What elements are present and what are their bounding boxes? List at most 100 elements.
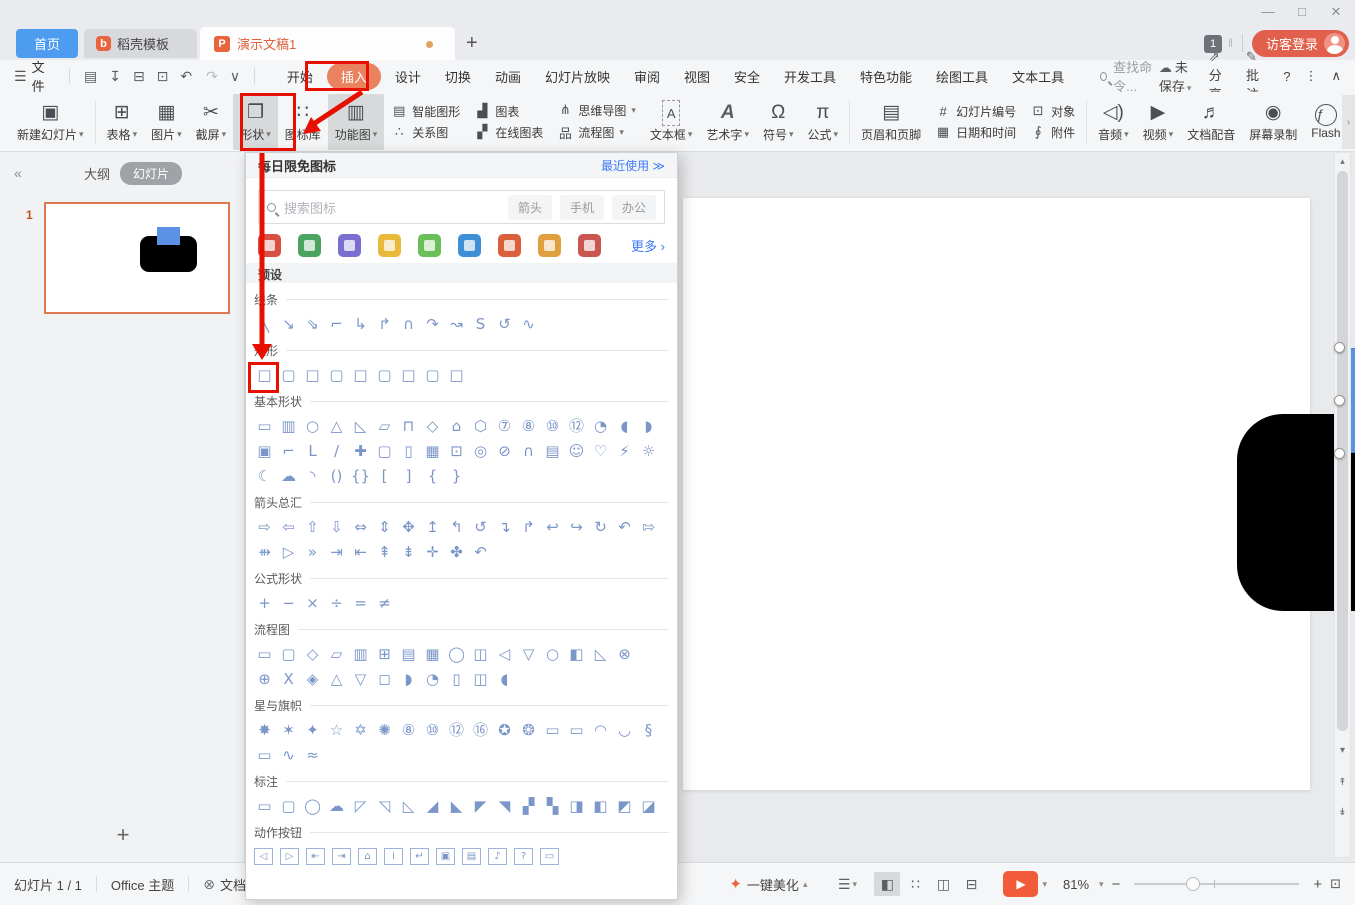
toolbar-button[interactable]: ✂ 截屏▾	[189, 94, 234, 150]
toolbar-button[interactable]: ◉ 屏幕录制	[1242, 94, 1304, 150]
tab-document[interactable]: P 演示文稿1	[200, 27, 455, 60]
shape-cell-lines[interactable]: ╲	[254, 313, 275, 335]
menu-item[interactable]: 文本工具	[1002, 63, 1074, 90]
search-tag[interactable]: 办公	[612, 195, 656, 220]
scroll-up-icon[interactable]: ▴	[1335, 156, 1350, 167]
shape-cell-flowchart[interactable]: ◫	[470, 643, 491, 665]
toolbar-small-button[interactable]: #幻灯片编号	[935, 103, 1016, 120]
shape-cell-callouts[interactable]: ▭	[254, 795, 275, 817]
shape-cell-arrows[interactable]: ⇞	[374, 541, 395, 563]
shape-cell-action-buttons[interactable]: i	[384, 848, 403, 865]
shape-cell-rectangles[interactable]: □	[350, 364, 371, 386]
shape-cell-arrows[interactable]: ↺	[470, 516, 491, 538]
shape-cell-action-buttons[interactable]: ♪	[488, 848, 507, 865]
shape-cell-action-buttons[interactable]: ⇥	[332, 848, 351, 865]
shape-cell-stars-banners[interactable]: ✸	[254, 719, 275, 741]
shape-cell-basic-shapes[interactable]: ⚡	[614, 440, 635, 462]
shape-cell-rectangles[interactable]: ▢	[278, 364, 299, 386]
maximize-button[interactable]: □	[1293, 4, 1311, 20]
shape-cell-lines[interactable]: ⌐	[326, 313, 347, 335]
shape-cell-rectangles[interactable]: □	[302, 364, 323, 386]
icon-search-input[interactable]: 搜索图标 箭头手机办公	[258, 190, 665, 224]
shape-cell-basic-shapes[interactable]: ◎	[470, 440, 491, 462]
shape-cell-lines[interactable]: ∿	[518, 313, 539, 335]
toolbar-small-button[interactable]: ∴关系图	[391, 124, 460, 141]
shape-cell-action-buttons[interactable]: ⇤	[306, 848, 325, 865]
shape-cell-flowchart[interactable]: △	[326, 668, 347, 690]
shape-cell-flowchart[interactable]: ▯	[446, 668, 467, 690]
shape-cell-basic-shapes[interactable]: ◝	[302, 465, 323, 487]
shape-cell-basic-shapes[interactable]: ▣	[254, 440, 275, 462]
shape-cell-flowchart[interactable]: ◈	[302, 668, 323, 690]
shape-cell-stars-banners[interactable]: ❂	[518, 719, 539, 741]
help-button[interactable]: ?	[1283, 69, 1290, 84]
shape-cell-lines[interactable]: ∩	[398, 313, 419, 335]
daily-free-icon[interactable]	[258, 234, 281, 257]
zoom-slider-thumb[interactable]	[1186, 877, 1200, 891]
shape-cell-rectangles[interactable]: ▢	[374, 364, 395, 386]
shape-cell-flowchart[interactable]: ◺	[590, 643, 611, 665]
shape-cell-formula-shapes[interactable]: ×	[302, 592, 323, 614]
menu-item[interactable]: 绘图工具	[926, 63, 998, 90]
shape-cell-lines[interactable]: ↝	[446, 313, 467, 335]
menu-item[interactable]: 开发工具	[774, 63, 846, 90]
shape-cell-action-buttons[interactable]: ⌂	[358, 848, 377, 865]
shape-cell-arrows[interactable]: ✤	[446, 541, 467, 563]
tab-docer-templates[interactable]: b 稻壳模板	[84, 29, 197, 58]
shape-cell-flowchart[interactable]: ▱	[326, 643, 347, 665]
toolbar-button[interactable]: π 公式▾	[801, 94, 846, 150]
toolbar-button[interactable]: ▥ 功能图▾	[328, 94, 385, 150]
shape-cell-callouts[interactable]: ▞	[518, 795, 539, 817]
shape-cell-flowchart[interactable]: ▤	[398, 643, 419, 665]
shape-cell-stars-banners[interactable]: ☆	[326, 719, 347, 741]
toolbar-button[interactable]: ⊞ 表格▾	[100, 94, 145, 150]
shape-cell-flowchart[interactable]: ▽	[518, 643, 539, 665]
view-sorter-icon[interactable]: ∷	[902, 872, 928, 896]
shape-cell-action-buttons[interactable]: ▤	[462, 848, 481, 865]
toolbar-button[interactable]: ◁) 音频▾	[1091, 94, 1136, 150]
shape-cell-stars-banners[interactable]: ▭	[542, 719, 563, 741]
view-reading-icon[interactable]: ◫	[930, 872, 956, 896]
shape-cell-arrows[interactable]: ▷	[278, 541, 299, 563]
shape-cell-arrows[interactable]: ⇰	[638, 516, 659, 538]
collapse-sidebar-button[interactable]: «	[14, 165, 22, 181]
shape-cell-flowchart[interactable]: ▥	[350, 643, 371, 665]
slide-thumbnail[interactable]	[44, 202, 230, 314]
shape-cell-basic-shapes[interactable]: {	[422, 465, 443, 487]
shape-cell-basic-shapes[interactable]: {}	[350, 465, 371, 487]
shape-cell-arrows[interactable]: ⇕	[374, 516, 395, 538]
toolbar-button[interactable]: A 文本框▾	[643, 94, 700, 150]
shape-cell-formula-shapes[interactable]: ÷	[326, 592, 347, 614]
shape-cell-basic-shapes[interactable]: ☁	[278, 465, 299, 487]
collapse-ribbon-button[interactable]: ∧	[1332, 68, 1342, 84]
menu-item[interactable]: 插入	[327, 63, 381, 90]
shape-cell-arrows[interactable]: ↱	[518, 516, 539, 538]
slide[interactable]: ↻ −	[683, 198, 1310, 790]
shape-cell-arrows[interactable]: ↶	[470, 541, 491, 563]
view-projector-icon[interactable]: ⊟	[958, 872, 984, 896]
zoom-slider[interactable]	[1134, 883, 1299, 885]
shape-cell-flowchart[interactable]: ◁	[494, 643, 515, 665]
shape-cell-basic-shapes[interactable]: ⑫	[566, 415, 587, 437]
shape-cell-arrows[interactable]: ↻	[590, 516, 611, 538]
resize-handle-sw[interactable]	[1334, 448, 1345, 459]
toolbar-small-button[interactable]: ∮附件	[1030, 124, 1075, 141]
toolbar-small-button[interactable]: ⋔思维导图▾	[557, 102, 636, 119]
resize-handle-nw[interactable]	[1334, 342, 1345, 353]
shape-cell-callouts[interactable]: ◹	[374, 795, 395, 817]
shape-cell-action-buttons[interactable]: ?	[514, 848, 533, 865]
shape-cell-lines[interactable]: ↱	[374, 313, 395, 335]
toolbar-button[interactable]: ∷ 图标库	[278, 94, 328, 150]
shape-cell-arrows[interactable]: ↴	[494, 516, 515, 538]
toolbar-button[interactable]: ▶ 视频▾	[1136, 94, 1181, 150]
shape-cell-basic-shapes[interactable]: ◖	[614, 415, 635, 437]
shape-cell-basic-shapes[interactable]: ⑩	[542, 415, 563, 437]
shape-cell-flowchart[interactable]: ⊕	[254, 668, 275, 690]
caret-down-icon[interactable]: ▾	[1042, 879, 1047, 890]
shape-cell-stars-banners[interactable]: ✶	[278, 719, 299, 741]
shape-cell-arrows[interactable]: ⇤	[350, 541, 371, 563]
new-tab-button[interactable]: +	[466, 32, 478, 55]
shape-cell-basic-shapes[interactable]: }	[446, 465, 467, 487]
shape-cell-basic-shapes[interactable]: ◔	[590, 415, 611, 437]
shape-cell-callouts[interactable]: ▚	[542, 795, 563, 817]
